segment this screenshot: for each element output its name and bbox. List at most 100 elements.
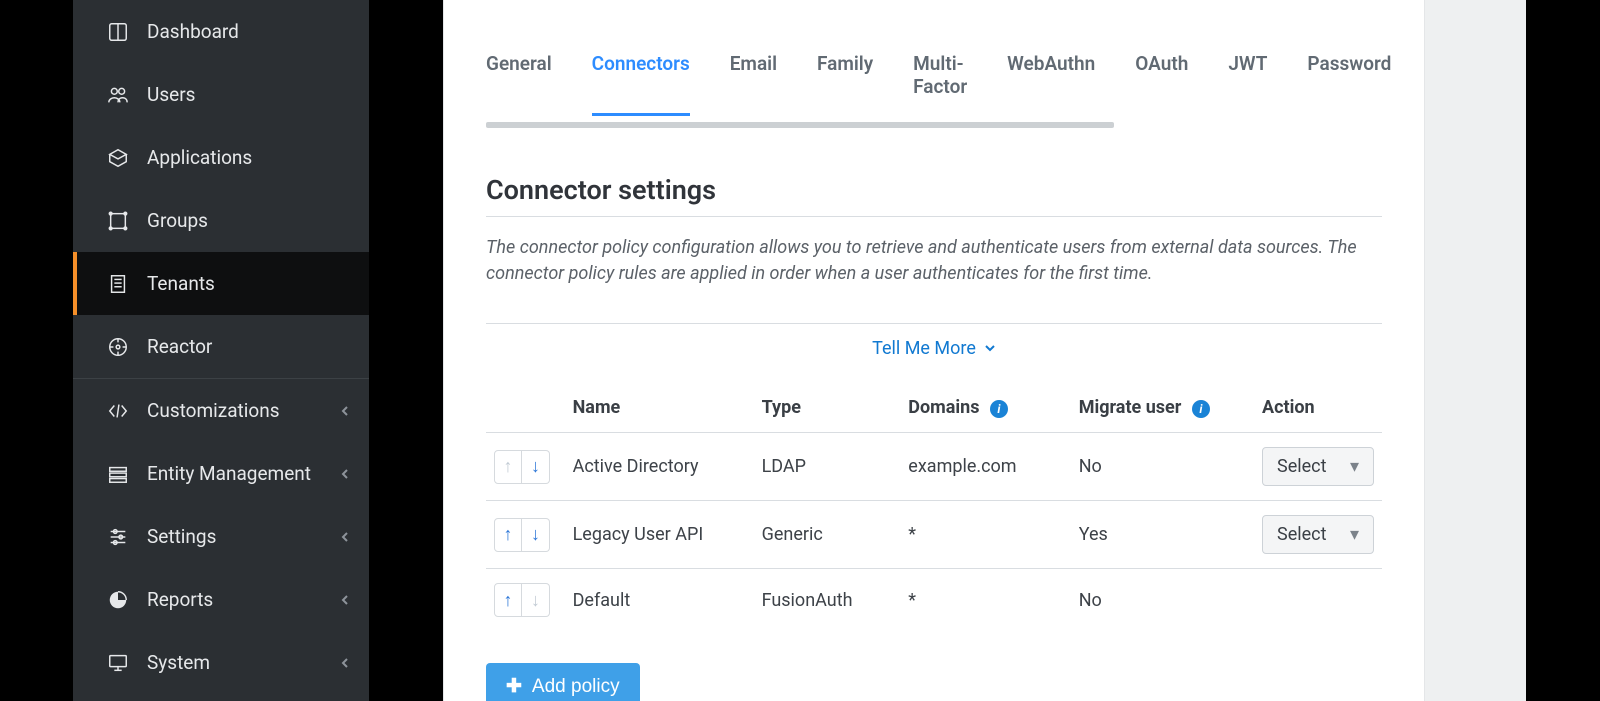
row-action-label: Select [1277, 456, 1326, 477]
tab-jwt[interactable]: JWT [1228, 52, 1267, 116]
sidebar-item-reactor[interactable]: Reactor [73, 315, 369, 378]
plus-icon: ✚ [506, 675, 522, 698]
reactor-icon [107, 336, 129, 358]
chevron-down-icon [984, 338, 996, 359]
customizations-icon [107, 400, 129, 422]
sidebar-item-label: Customizations [147, 399, 280, 422]
cell-type: FusionAuth [754, 569, 901, 632]
info-icon[interactable]: i [990, 400, 1008, 418]
col-domains: Domains i [900, 383, 1070, 433]
dashboard-icon [107, 21, 129, 43]
applications-icon [107, 147, 129, 169]
users-icon [107, 84, 129, 106]
sidebar-item-label: System [147, 651, 210, 674]
add-policy-button[interactable]: ✚ Add policy [486, 663, 640, 701]
section-heading: Connector settings [486, 174, 1382, 206]
add-policy-label: Add policy [532, 676, 620, 698]
sidebar-item-label: Dashboard [147, 20, 239, 43]
cell-action: Select ▾ [1254, 501, 1382, 569]
policies-table: Name Type Domains i Migrate user i Actio… [486, 383, 1382, 631]
col-migrate: Migrate user i [1071, 383, 1254, 433]
cell-type: LDAP [754, 433, 901, 501]
move-up-button[interactable]: ↑ [494, 583, 522, 617]
sidebar-item-label: Tenants [147, 272, 215, 295]
main-panel: General Connectors Email Family Multi-Factor… [443, 0, 1425, 701]
sidebar-item-label: Applications [147, 146, 252, 169]
sidebar-item-dashboard[interactable]: Dashboard [73, 0, 369, 63]
cell-domains: * [900, 501, 1070, 569]
sidebar: Dashboard Users Applications Groups Tenants R… [73, 0, 369, 701]
table-row: ↑↓ Legacy User APIGeneric*Yes Select ▾ [486, 501, 1382, 569]
chevron-left-icon [339, 462, 351, 485]
tell-me-more-link[interactable]: Tell Me More [486, 323, 1382, 373]
system-icon [107, 652, 129, 674]
row-action-select[interactable]: Select ▾ [1262, 515, 1374, 554]
sidebar-item-label: Reactor [147, 335, 212, 358]
tab-multi-factor[interactable]: Multi-Factor [913, 52, 967, 116]
cell-name: Default [565, 569, 754, 632]
sidebar-item-settings[interactable]: Settings [73, 505, 369, 568]
entity-management-icon [107, 463, 129, 485]
cell-migrate: No [1071, 433, 1254, 501]
tabs: General Connectors Email Family Multi-Factor… [444, 52, 1424, 116]
cell-type: Generic [754, 501, 901, 569]
cell-action [1254, 569, 1382, 632]
sidebar-item-entity-management[interactable]: Entity Management [73, 442, 369, 505]
tab-email[interactable]: Email [730, 52, 777, 116]
divider [486, 216, 1382, 217]
move-up-button[interactable]: ↑ [494, 518, 522, 552]
sidebar-item-label: Groups [147, 209, 208, 232]
tab-connectors[interactable]: Connectors [592, 52, 690, 116]
sidebar-item-users[interactable]: Users [73, 63, 369, 126]
chevron-left-icon [339, 651, 351, 674]
cell-action: Select ▾ [1254, 433, 1382, 501]
caret-down-icon: ▾ [1350, 524, 1359, 545]
cell-migrate: Yes [1071, 501, 1254, 569]
tab-family[interactable]: Family [817, 52, 873, 116]
move-down-button: ↓ [522, 583, 550, 617]
move-down-button[interactable]: ↓ [522, 450, 550, 484]
sidebar-item-label: Reports [147, 588, 213, 611]
move-up-button: ↑ [494, 450, 522, 484]
sidebar-item-label: Users [147, 83, 195, 106]
section-description: The connector policy configuration allow… [486, 235, 1382, 287]
chevron-left-icon [339, 399, 351, 422]
cell-migrate: No [1071, 569, 1254, 632]
caret-down-icon: ▾ [1350, 456, 1359, 477]
cell-domains: example.com [900, 433, 1070, 501]
sidebar-item-reports[interactable]: Reports [73, 568, 369, 631]
tab-webauthn[interactable]: WebAuthn [1007, 52, 1095, 116]
tab-general[interactable]: General [486, 52, 552, 116]
cell-name: Legacy User API [565, 501, 754, 569]
sidebar-item-label: Settings [147, 525, 216, 548]
chevron-left-icon [339, 525, 351, 548]
sidebar-item-applications[interactable]: Applications [73, 126, 369, 189]
col-domains-label: Domains [908, 397, 979, 418]
table-row: ↑↓ DefaultFusionAuth*No [486, 569, 1382, 632]
tab-oauth[interactable]: OAuth [1135, 52, 1188, 116]
tenants-icon [107, 273, 129, 295]
page-gutter [1425, 0, 1526, 701]
cell-domains: * [900, 569, 1070, 632]
row-action-select[interactable]: Select ▾ [1262, 447, 1374, 486]
sidebar-item-customizations[interactable]: Customizations [73, 379, 369, 442]
col-action: Action [1254, 383, 1382, 433]
info-icon[interactable]: i [1192, 400, 1210, 418]
table-row: ↑↓Active DirectoryLDAPexample.comNoSelec… [486, 433, 1382, 501]
tab-password[interactable]: Password [1307, 52, 1391, 116]
groups-icon [107, 210, 129, 232]
col-migrate-label: Migrate user [1079, 397, 1182, 418]
row-action-label: Select [1277, 524, 1326, 545]
col-order [486, 383, 565, 433]
col-name: Name [565, 383, 754, 433]
sidebar-item-groups[interactable]: Groups [73, 189, 369, 252]
sidebar-item-system[interactable]: System [73, 631, 369, 694]
col-type: Type [754, 383, 901, 433]
sidebar-item-tenants[interactable]: Tenants [73, 252, 369, 315]
sidebar-item-label: Entity Management [147, 462, 311, 485]
move-down-button[interactable]: ↓ [522, 518, 550, 552]
reports-icon [107, 589, 129, 611]
cell-name: Active Directory [565, 433, 754, 501]
tell-me-more-label: Tell Me More [872, 338, 976, 359]
settings-icon [107, 526, 129, 548]
